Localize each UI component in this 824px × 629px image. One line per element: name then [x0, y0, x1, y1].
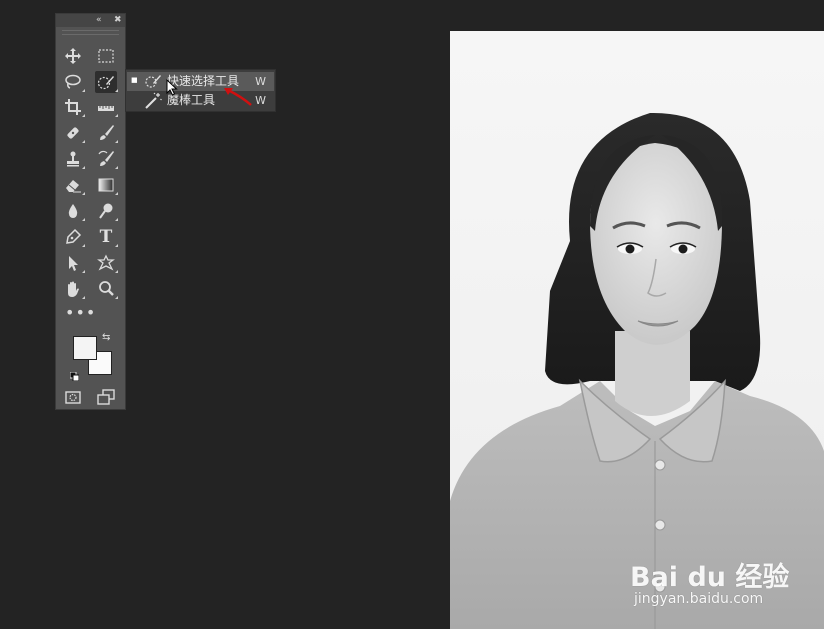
blur-tool-icon[interactable]	[62, 200, 85, 222]
eraser-tool-icon[interactable]	[62, 174, 85, 196]
zoom-tool-icon[interactable]	[95, 278, 118, 300]
quick-mask-icon[interactable]	[62, 386, 84, 408]
swap-colors-icon[interactable]: ⇆	[102, 332, 110, 343]
document-canvas[interactable]: Bai du 经验 jingyan.baidu.com	[450, 31, 824, 629]
selected-bullet: ■	[131, 76, 138, 84]
dodge-tool-icon[interactable]	[95, 200, 118, 222]
rectangular-marquee-tool-icon[interactable]	[95, 45, 117, 67]
flyout-item-shortcut: W	[255, 94, 266, 107]
type-tool-icon[interactable]: T	[95, 226, 118, 248]
watermark-url: jingyan.baidu.com	[634, 591, 764, 607]
pen-tool-icon[interactable]	[62, 226, 85, 248]
move-tool-icon[interactable]	[62, 45, 84, 67]
custom-shape-tool-icon[interactable]	[95, 252, 118, 274]
mouse-cursor-icon	[166, 79, 178, 96]
annotation-arrow-icon	[224, 88, 252, 106]
healing-brush-tool-icon[interactable]	[62, 122, 85, 144]
type-tool-glyph: T	[99, 227, 113, 247]
clone-stamp-tool-icon[interactable]	[62, 148, 85, 170]
collapse-panel-icon[interactable]: «	[96, 14, 102, 27]
magic-wand-icon	[144, 92, 162, 109]
hand-tool-icon[interactable]	[62, 278, 85, 300]
screen-mode-icon[interactable]	[95, 386, 117, 408]
brush-tool-icon[interactable]	[95, 122, 118, 144]
edit-toolbar-icon[interactable]: •••	[65, 305, 96, 321]
close-panel-icon[interactable]: ✖	[114, 14, 122, 27]
lasso-tool-icon[interactable]	[62, 71, 85, 93]
panel-grip[interactable]	[62, 30, 119, 35]
quick-selection-tool-icon[interactable]	[95, 71, 118, 93]
tools-panel: « ✖ T ••• ⇆	[55, 13, 126, 410]
ruler-tool-icon[interactable]	[95, 96, 118, 118]
path-selection-tool-icon[interactable]	[62, 252, 85, 274]
history-brush-tool-icon[interactable]	[95, 148, 118, 170]
gradient-tool-icon[interactable]	[95, 174, 118, 196]
portrait-photo	[450, 112, 824, 629]
flyout-item-shortcut: W	[255, 75, 266, 88]
tools-panel-header[interactable]: « ✖	[56, 14, 125, 27]
default-colors-icon[interactable]	[69, 366, 80, 382]
quick-selection-icon	[144, 73, 162, 90]
foreground-color-swatch[interactable]	[73, 336, 97, 360]
crop-tool-icon[interactable]	[62, 96, 85, 118]
watermark-brand: Bai du 经验	[630, 562, 790, 593]
